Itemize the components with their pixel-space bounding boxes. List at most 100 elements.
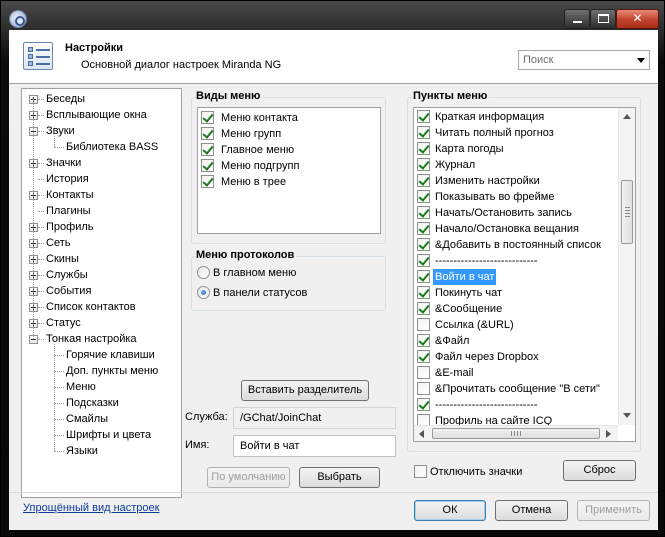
menu-items-list[interactable]: Краткая информация Читать полный прогноз К… (413, 107, 636, 442)
menu-item-row[interactable]: Показывать во фрейме (417, 189, 617, 205)
tree-item[interactable]: Службы (22, 267, 180, 283)
tree-item[interactable]: Плагины (22, 203, 180, 219)
scroll-up-icon[interactable] (623, 114, 631, 119)
menu-type-item[interactable]: Меню подгрупп (201, 158, 377, 174)
menu-item-row[interactable]: Краткая информация (417, 109, 617, 125)
name-field[interactable]: Войти в чат (233, 435, 396, 457)
scroll-down-icon[interactable] (623, 413, 631, 418)
menu-item-checkbox[interactable] (417, 142, 430, 155)
menu-type-checkbox[interactable] (201, 175, 214, 188)
disable-icons-checkbox[interactable] (414, 465, 427, 478)
menu-item-row[interactable]: &Прочитать сообщение "В сети" (417, 381, 617, 397)
tree-item[interactable]: Беседы (22, 91, 180, 107)
menu-item-row[interactable]: ---------------------------- (417, 253, 617, 269)
tree-item[interactable]: Значки (22, 155, 180, 171)
menu-item-row[interactable]: ---------------------------- (417, 397, 617, 413)
menu-type-item[interactable]: Меню контакта (201, 110, 377, 126)
menu-item-row[interactable]: &Файл (417, 333, 617, 349)
menu-type-checkbox[interactable] (201, 159, 214, 172)
protocol-menu-option[interactable]: В главном меню (197, 265, 377, 281)
menu-item-checkbox[interactable] (417, 382, 430, 395)
menu-item-checkbox[interactable] (417, 158, 430, 171)
close-button[interactable]: ✕ (616, 9, 659, 29)
default-button[interactable]: По умолчанию (207, 467, 290, 488)
menu-item-row[interactable]: &Добавить в постоянный список (417, 237, 617, 253)
menu-item-row[interactable]: Читать полный прогноз (417, 125, 617, 141)
menu-item-checkbox[interactable] (417, 286, 430, 299)
menu-item-checkbox[interactable] (417, 334, 430, 347)
menu-item-checkbox[interactable] (417, 398, 430, 411)
menu-item-checkbox[interactable] (417, 350, 430, 363)
tree-item[interactable]: Список контактов (22, 299, 180, 315)
minimize-button[interactable] (564, 9, 590, 29)
menu-item-checkbox[interactable] (417, 110, 430, 123)
menu-item-checkbox[interactable] (417, 302, 430, 315)
menu-item-checkbox[interactable] (417, 318, 430, 331)
reset-button[interactable]: Сброс (563, 460, 636, 481)
tree-item[interactable]: События (22, 283, 180, 299)
tree-item[interactable]: Библиотека BASS (22, 139, 180, 155)
menu-item-row[interactable]: Карта погоды (417, 141, 617, 157)
radio-button[interactable] (197, 286, 210, 299)
app-gear-icon[interactable] (9, 10, 27, 28)
menu-item-checkbox[interactable] (417, 270, 430, 283)
tree-item[interactable]: Тонкая настройка (22, 331, 180, 347)
menu-item-checkbox[interactable] (417, 238, 430, 251)
tree-item[interactable]: Меню (22, 379, 180, 395)
menu-type-checkbox[interactable] (201, 143, 214, 156)
tree-item[interactable]: Статус (22, 315, 180, 331)
menu-item-checkbox[interactable] (417, 126, 430, 139)
maximize-button[interactable] (590, 9, 616, 29)
menu-item-row[interactable]: Покинуть чат (417, 285, 617, 301)
choose-button[interactable]: Выбрать (299, 467, 380, 488)
options-tree[interactable]: Беседы Всплывающие окна Звуки Библиотека BA… (21, 88, 182, 498)
tree-item[interactable]: История (22, 171, 180, 187)
menu-item-checkbox[interactable] (417, 254, 430, 267)
menu-items-vscrollbar[interactable] (618, 108, 635, 425)
menu-item-checkbox[interactable] (417, 206, 430, 219)
simple-view-link[interactable]: Упрощённый вид настроек (23, 502, 159, 514)
insert-separator-button[interactable]: Вставить разделитель (241, 380, 369, 401)
menu-item-row[interactable]: &Сообщение (417, 301, 617, 317)
tree-item[interactable]: Всплывающие окна (22, 107, 180, 123)
menu-item-row[interactable]: Начать/Остановить запись (417, 205, 617, 221)
tree-item[interactable]: Доп. пункты меню (22, 363, 180, 379)
tree-item[interactable]: Горячие клавиши (22, 347, 180, 363)
tree-item[interactable]: Шрифты и цвета (22, 427, 180, 443)
tree-item[interactable]: Контакты (22, 187, 180, 203)
tree-item[interactable]: Профиль (22, 219, 180, 235)
menu-type-item[interactable]: Меню в трее (201, 174, 377, 190)
scroll-right-icon[interactable] (606, 430, 611, 438)
menu-item-row[interactable]: Файл через Dropbox (417, 349, 617, 365)
menu-type-item[interactable]: Меню групп (201, 126, 377, 142)
tree-item[interactable]: Звуки (22, 123, 180, 139)
search-combobox[interactable]: Поиск (518, 50, 650, 70)
menu-item-row[interactable]: &E-mail (417, 365, 617, 381)
menu-type-item[interactable]: Главное меню (201, 142, 377, 158)
menu-item-row[interactable]: Ссылка (&URL) (417, 317, 617, 333)
menu-type-checkbox[interactable] (201, 127, 214, 140)
scroll-thumb[interactable] (621, 180, 633, 244)
scroll-left-icon[interactable] (419, 430, 424, 438)
menu-item-checkbox[interactable] (417, 190, 430, 203)
menu-item-row[interactable]: Изменить настройки (417, 173, 617, 189)
chevron-down-icon[interactable] (637, 58, 645, 63)
menu-items-hscrollbar[interactable] (414, 425, 618, 441)
menu-item-row[interactable]: Журнал (417, 157, 617, 173)
tree-item[interactable]: Подсказки (22, 395, 180, 411)
tree-item[interactable]: Языки (22, 443, 180, 459)
menu-types-list[interactable]: Меню контакта Меню групп Главное меню Меню … (197, 107, 381, 234)
menu-type-checkbox[interactable] (201, 111, 214, 124)
hscroll-thumb[interactable] (432, 428, 600, 439)
tree-item[interactable]: Смайлы (22, 411, 180, 427)
cancel-button[interactable]: Отмена (495, 500, 568, 521)
radio-button[interactable] (197, 266, 210, 279)
menu-item-checkbox[interactable] (417, 174, 430, 187)
tree-item[interactable]: Скины (22, 251, 180, 267)
protocol-menu-option[interactable]: В панели статусов (197, 285, 377, 301)
menu-item-row[interactable]: Войти в чат (417, 269, 617, 285)
apply-button[interactable]: Применить (577, 500, 650, 521)
tree-item[interactable]: Сеть (22, 235, 180, 251)
menu-item-checkbox[interactable] (417, 222, 430, 235)
ok-button[interactable]: ОК (414, 500, 486, 521)
